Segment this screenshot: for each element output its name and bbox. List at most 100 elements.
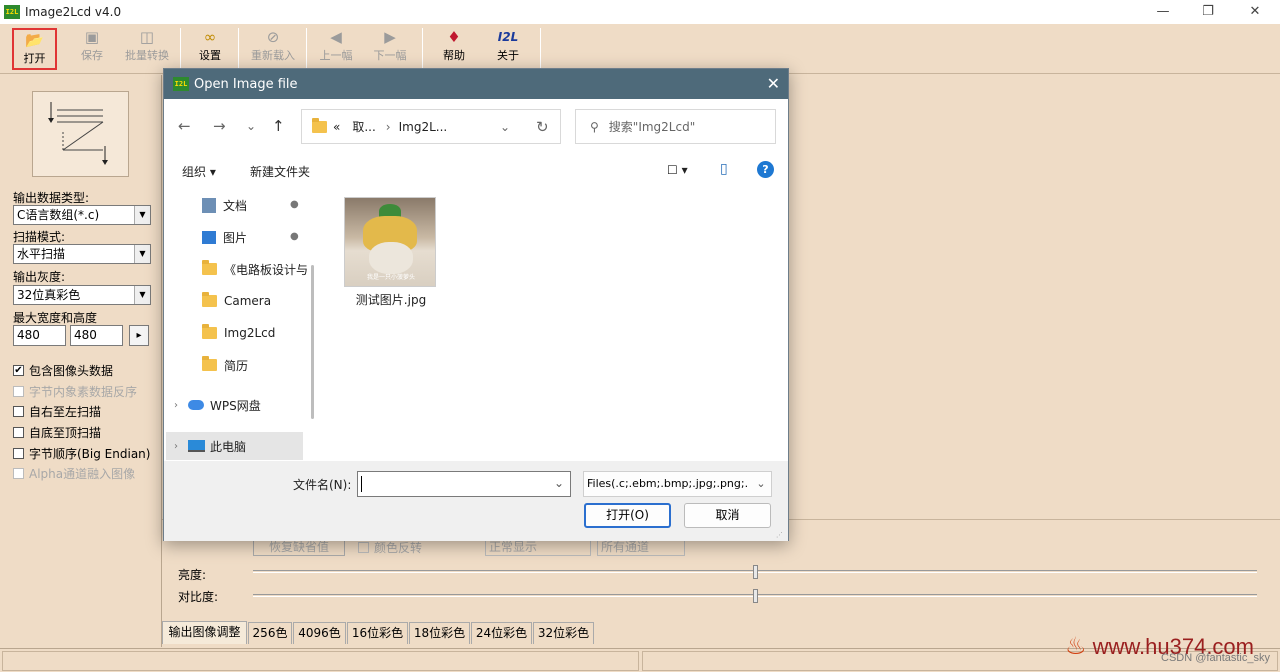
- breadcrumb-item[interactable]: Img2L...: [399, 120, 448, 134]
- scan-mode-label: 扫描模式:: [13, 230, 66, 244]
- filename-input[interactable]: ⌄: [357, 471, 571, 497]
- next-image-button[interactable]: ▶ 下一幅: [368, 27, 412, 71]
- batch-convert-button[interactable]: ◫ 批量转换: [120, 27, 174, 71]
- gray-label: 输出灰度:: [13, 270, 66, 284]
- sidebar-item-this-pc[interactable]: › 此电脑: [166, 432, 303, 460]
- about-button[interactable]: I2L 关于: [488, 27, 528, 71]
- checkbox-box: [13, 406, 24, 417]
- maximize-icon[interactable]: ❐: [1185, 0, 1231, 24]
- view-menu[interactable]: ☐ ▾: [667, 163, 688, 177]
- right-to-left-checkbox[interactable]: 自右至左扫描: [13, 403, 101, 420]
- reload-button[interactable]: ⊘ 重新载入: [246, 27, 300, 71]
- about-button-label: 关于: [497, 49, 519, 62]
- invert-color-checkbox[interactable]: 颜色反转: [358, 539, 422, 556]
- gray-value: 32位真彩色: [17, 288, 81, 302]
- watermark-csdn: CSDN @fantastic_sky: [1161, 652, 1270, 664]
- sidebar-item-img2lcd[interactable]: Img2Lcd: [202, 322, 275, 344]
- bottom-to-top-checkbox[interactable]: 自底至顶扫描: [13, 424, 101, 441]
- toolbar-separator: [540, 28, 541, 70]
- dialog-app-icon: I2L: [173, 77, 189, 91]
- include-header-checkbox[interactable]: ✔ 包含图像头数据: [13, 362, 113, 379]
- contrast-slider-thumb[interactable]: [753, 589, 758, 603]
- settings-button[interactable]: ∞ 设置: [190, 27, 230, 71]
- reload-button-label: 重新载入: [251, 49, 295, 62]
- sidebar-item-label: 《电路板设计与: [224, 262, 309, 277]
- open-button-label: 打开: [23, 52, 46, 65]
- output-type-select[interactable]: C语言数组(*.c) ▼: [13, 205, 151, 225]
- up-folder-icon[interactable]: ↑: [272, 117, 285, 135]
- tab-18bit-color[interactable]: 18位彩色: [409, 622, 470, 644]
- scan-mode-select[interactable]: 水平扫描 ▼: [13, 244, 151, 264]
- pin-icon: ●: [290, 231, 299, 242]
- help-button[interactable]: ♦ 帮助: [432, 27, 476, 71]
- previous-image-button[interactable]: ◀ 上一幅: [314, 27, 358, 71]
- tab-24bit-color[interactable]: 24位彩色: [471, 622, 532, 644]
- save-button[interactable]: ▣ 保存: [72, 27, 112, 71]
- refresh-icon[interactable]: ↻: [536, 118, 549, 136]
- checkbox-box: [13, 386, 24, 397]
- sidebar-item-wps-cloud[interactable]: › WPS网盘: [174, 394, 261, 416]
- help-icon[interactable]: ?: [757, 161, 774, 178]
- tab-16bit-color[interactable]: 16位彩色: [347, 622, 408, 644]
- tab-32bit-color[interactable]: 32位彩色: [533, 622, 594, 644]
- contrast-label: 对比度:: [178, 590, 219, 604]
- forward-icon[interactable]: →: [213, 117, 226, 135]
- alpha-blend-label: Alpha通道融入图像: [29, 467, 136, 481]
- minimize-icon[interactable]: —: [1140, 0, 1186, 24]
- sidebar-item-label: 简历: [224, 358, 249, 373]
- recent-locations-icon[interactable]: ⌄: [246, 119, 256, 133]
- back-icon[interactable]: ←: [178, 117, 191, 135]
- sidebar-item-pcb-design[interactable]: 《电路板设计与: [202, 258, 308, 280]
- max-height-input[interactable]: 480: [70, 325, 123, 346]
- folder-icon: [312, 117, 327, 133]
- sidebar-item-documents[interactable]: 文档: [202, 194, 247, 216]
- organize-menu[interactable]: 组织 ▾: [182, 163, 216, 180]
- chevron-down-icon: ▼: [134, 206, 150, 224]
- help-button-label: 帮助: [443, 49, 465, 62]
- flame-logo-icon: ♨: [1064, 633, 1087, 660]
- new-folder-button[interactable]: 新建文件夹: [250, 163, 310, 180]
- batch-convert-icon: ◫: [139, 28, 155, 46]
- cancel-button[interactable]: 取消: [684, 503, 771, 528]
- big-endian-checkbox[interactable]: 字节顺序(Big Endian): [13, 445, 150, 462]
- file-name-label[interactable]: 测试图片.jpg: [344, 291, 438, 308]
- apply-size-button[interactable]: ▸: [129, 325, 149, 346]
- sidebar-item-camera[interactable]: Camera: [202, 290, 271, 312]
- brightness-slider-thumb[interactable]: [753, 565, 758, 579]
- open-file-button[interactable]: 打开(O): [584, 503, 671, 528]
- resize-grip-icon[interactable]: ⋰: [776, 531, 783, 539]
- sidebar-item-resume[interactable]: 简历: [202, 354, 248, 376]
- toolbar-separator: [306, 28, 307, 70]
- gray-select[interactable]: 32位真彩色 ▼: [13, 285, 151, 305]
- sidebar-item-label: Camera: [224, 294, 272, 308]
- sidebar-item-label: 图片: [223, 230, 248, 245]
- chevron-right-icon: ›: [174, 399, 178, 411]
- address-bar[interactable]: « 取... › Img2L... ⌄ ↻: [301, 109, 561, 144]
- chevron-down-icon[interactable]: ⌄: [554, 476, 564, 490]
- alpha-blend-checkbox[interactable]: Alpha通道融入图像: [13, 465, 135, 482]
- tab-output-adjust[interactable]: 输出图像调整: [162, 621, 247, 644]
- search-input[interactable]: ⚲ 搜索"Img2Lcd": [575, 109, 776, 144]
- max-width-input[interactable]: 480: [13, 325, 66, 346]
- close-icon[interactable]: ✕: [767, 74, 780, 93]
- filetype-select[interactable]: Files(.c;.ebm;.bmp;.jpg;.png;. ⌄: [583, 471, 772, 497]
- tab-256-color[interactable]: 256色: [248, 622, 292, 644]
- open-button[interactable]: 📂 打开: [12, 28, 57, 70]
- scan-direction-icon: [48, 102, 108, 165]
- app-logo-icon: I2L: [4, 5, 20, 19]
- sidebar-item-pictures[interactable]: 图片: [202, 226, 247, 248]
- reverse-pixel-checkbox[interactable]: 字节内象素数据反序: [13, 383, 137, 400]
- dialog-title: Open Image file: [194, 76, 298, 92]
- file-thumbnail[interactable]: 我是一只小菠萝头: [344, 197, 436, 287]
- breadcrumb-overflow[interactable]: «: [333, 120, 340, 134]
- breadcrumb-item[interactable]: 取...: [352, 118, 375, 135]
- chevron-down-icon[interactable]: ⌄: [500, 120, 510, 134]
- chevron-down-icon: ⌄: [753, 472, 769, 496]
- tab-4096-color[interactable]: 4096色: [293, 622, 346, 644]
- chevron-down-icon: ▼: [134, 286, 150, 304]
- close-icon[interactable]: ✕: [1232, 0, 1278, 24]
- preview-pane-icon[interactable]: ▯: [720, 161, 728, 177]
- nav-scrollbar[interactable]: [311, 265, 314, 419]
- sidebar-item-label: 此电脑: [210, 439, 247, 454]
- filetype-value: Files(.c;.ebm;.bmp;.jpg;.png;.: [587, 477, 749, 490]
